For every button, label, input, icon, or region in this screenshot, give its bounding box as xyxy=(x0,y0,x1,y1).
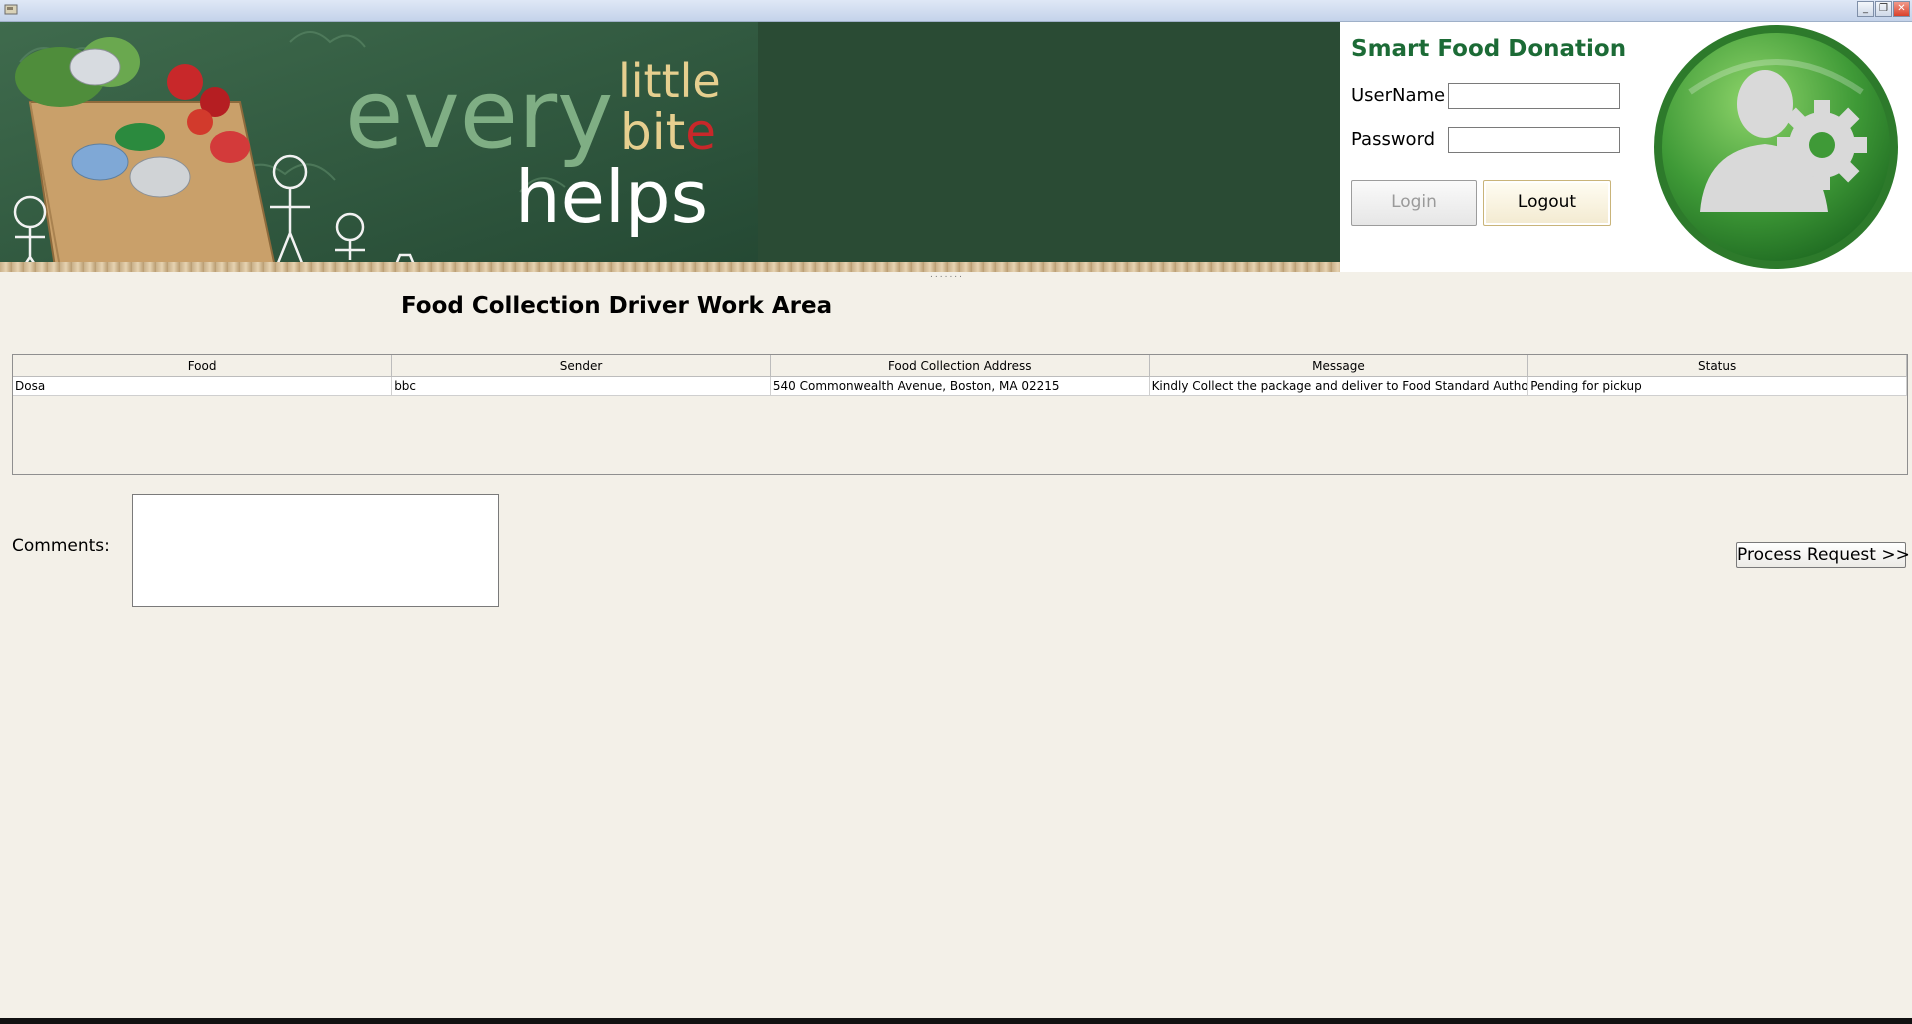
svg-text:helps: helps xyxy=(515,155,708,239)
logout-button[interactable]: Logout xyxy=(1483,180,1611,226)
requests-table: Food Sender Food Collection Address Mess… xyxy=(12,354,1908,475)
cell-sender[interactable]: bbc xyxy=(391,376,771,396)
username-input[interactable] xyxy=(1448,83,1620,109)
login-panel: Smart Food Donation UserName Password Lo… xyxy=(1340,22,1912,272)
column-header-sender[interactable]: Sender xyxy=(391,355,771,377)
login-button[interactable]: Login xyxy=(1351,180,1477,226)
cell-message[interactable]: Kindly Collect the package and deliver t… xyxy=(1149,376,1529,396)
comments-label: Comments: xyxy=(12,536,110,556)
column-header-food[interactable]: Food xyxy=(13,355,393,377)
user-settings-icon xyxy=(1654,25,1898,269)
password-label: Password xyxy=(1351,129,1436,150)
svg-text:little: little xyxy=(618,54,721,108)
column-header-status[interactable]: Status xyxy=(1527,355,1907,377)
minimize-icon[interactable]: _ xyxy=(1857,1,1874,17)
page-title: Food Collection Driver Work Area xyxy=(401,293,833,319)
svg-text:every: every xyxy=(345,60,613,170)
password-input[interactable] xyxy=(1448,127,1620,153)
splitter-handle[interactable]: ....... xyxy=(930,270,964,280)
cell-food[interactable]: Dosa xyxy=(13,376,393,396)
maximize-icon[interactable]: ❐ xyxy=(1875,1,1892,17)
comments-textarea[interactable] xyxy=(132,494,499,607)
svg-text:bite: bite xyxy=(620,103,716,161)
app-icon xyxy=(4,4,18,15)
cell-status[interactable]: Pending for pickup xyxy=(1527,376,1907,396)
close-icon[interactable]: ✕ xyxy=(1893,1,1910,17)
banner-image: every little bite helps xyxy=(0,22,1340,272)
taskbar-edge xyxy=(0,1018,1912,1024)
username-label: UserName xyxy=(1351,85,1446,106)
process-request-button[interactable]: Process Request >> xyxy=(1736,542,1910,568)
brand-title: Smart Food Donation xyxy=(1351,36,1627,62)
cell-address[interactable]: 540 Commonwealth Avenue, Boston, MA 0221… xyxy=(770,376,1150,396)
column-header-message[interactable]: Message xyxy=(1149,355,1529,377)
food-bag-illustration: every little bite helps xyxy=(0,22,758,272)
banner-border xyxy=(0,262,1340,272)
column-header-address[interactable]: Food Collection Address xyxy=(770,355,1150,377)
window-titlebar: _ ❐ ✕ xyxy=(0,0,1912,22)
table-row[interactable]: Dosa bbc 540 Commonwealth Avenue, Boston… xyxy=(13,376,1907,396)
